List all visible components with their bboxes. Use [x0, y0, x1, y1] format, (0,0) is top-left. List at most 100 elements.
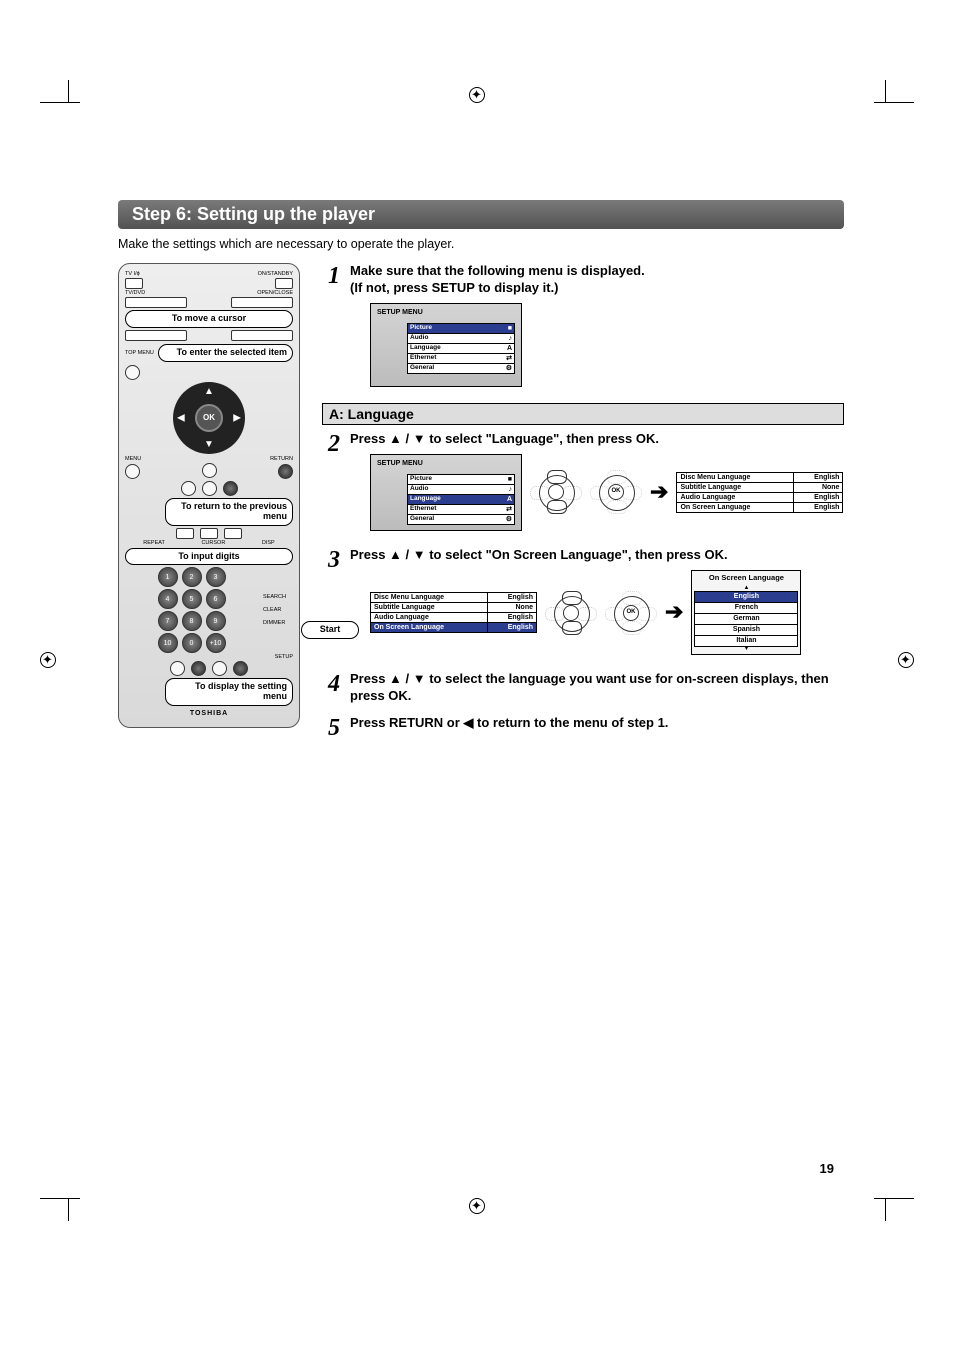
number-pad: 123456789100+10 — [158, 567, 228, 653]
numpad-9: 9 — [206, 611, 226, 631]
osl-title: On Screen Language — [694, 573, 798, 583]
button-icon — [125, 297, 187, 308]
page-number: 19 — [820, 1161, 834, 1176]
step4-text: Press ▲ / ▼ to select the language you w… — [350, 671, 844, 705]
standby-button-icon — [275, 278, 293, 289]
dimmer-label: DIMMER — [263, 620, 285, 626]
topmenu-button-icon — [125, 365, 140, 380]
remote-diagram: TV I/ɸ ON/STANDBY TV/DVD OPEN/CLOSE To m… — [118, 263, 300, 752]
step-number: 3 — [322, 547, 340, 574]
table-row: On Screen LanguageEnglish — [371, 623, 536, 632]
numpad-6: 6 — [206, 589, 226, 609]
menu-label: MENU — [125, 456, 141, 462]
ok-button-icon: OK — [195, 404, 223, 432]
dpad-updown-icon — [545, 591, 597, 635]
numpad-2: 2 — [182, 567, 202, 587]
callout-enter-item: To enter the selected item — [158, 344, 293, 362]
table-row: Audio LanguageEnglish — [371, 613, 536, 623]
ok-control-icon: OK — [605, 591, 657, 635]
button-icon — [170, 661, 185, 676]
menu-item-general: General⚙ — [407, 514, 515, 525]
step-header: Step 6: Setting up the player — [118, 200, 844, 229]
button-icon — [231, 297, 293, 308]
clear-label: CLEAR — [263, 607, 281, 613]
table-row: Disc Menu LanguageEnglish — [677, 473, 842, 483]
bottom-printer-marks — [0, 1191, 954, 1221]
step5-text: Press RETURN or ◀ to return to the menu … — [350, 715, 844, 732]
disp-label: DISP — [262, 540, 275, 546]
crop-mark-icon — [864, 1191, 914, 1221]
play-button-icon — [223, 481, 238, 496]
setup-menu-figure: SETUP MENU Picture■Audio♪LanguageAEthern… — [370, 303, 522, 387]
ok-control-icon: OK — [590, 470, 642, 514]
stop-button-icon — [202, 481, 217, 496]
cursor-label: CURSOR — [201, 540, 225, 546]
button-icon — [212, 661, 227, 676]
numpad-8: 8 — [182, 611, 202, 631]
rew-icon — [200, 528, 218, 539]
numpad-5: 5 — [182, 589, 202, 609]
directional-pad-icon: ▲ ▼ ◀ ▶ OK — [173, 382, 245, 454]
step-number: 1 — [322, 263, 340, 290]
brand-label: TOSHIBA — [125, 710, 293, 717]
table-row: On Screen LanguageEnglish — [677, 503, 842, 512]
registration-mark-icon — [467, 1196, 487, 1216]
step-number: 2 — [322, 431, 340, 458]
step1-text-a: Make sure that the following menu is dis… — [350, 263, 844, 280]
callout-return: To return to the previous menu — [165, 498, 293, 526]
menu-item-general: General⚙ — [407, 363, 515, 374]
table-row: Disc Menu LanguageEnglish — [371, 593, 536, 603]
pause-button-icon — [181, 481, 196, 496]
tvdvd-label: TV/DVD — [125, 290, 145, 296]
step-number: 5 — [322, 715, 340, 742]
openclose-label: OPEN/CLOSE — [257, 290, 293, 296]
callout-display-menu: To display the setting menu — [165, 678, 293, 706]
skip-prev-icon — [176, 528, 194, 539]
crop-mark-icon — [40, 1191, 90, 1221]
tv-power-button-icon — [125, 278, 143, 289]
numpad-3: 3 — [206, 567, 226, 587]
callout-start: Start — [301, 621, 359, 639]
right-arrow-icon: ▶ — [233, 412, 241, 423]
button-icon — [125, 330, 187, 341]
return-button-icon — [278, 464, 293, 479]
crop-mark-icon — [864, 80, 914, 110]
menu-button-icon — [125, 464, 140, 479]
tv-power-label: TV I/ɸ — [125, 271, 140, 277]
up-arrow-icon: ▲ — [204, 386, 214, 397]
numpad-7: 7 — [158, 611, 178, 631]
fwd-icon — [224, 528, 242, 539]
setup-button-icon — [233, 661, 248, 676]
setup-label: SETUP — [275, 654, 293, 660]
numpad-1: 1 — [158, 567, 178, 587]
setup-menu-title: SETUP MENU — [377, 459, 515, 468]
registration-mark-icon — [467, 85, 487, 105]
step-number: 4 — [322, 671, 340, 698]
numpad-0: 0 — [182, 633, 202, 653]
step1-text-b: (If not, press SETUP to display it.) — [350, 280, 844, 297]
language-table: Disc Menu LanguageEnglishSubtitle Langua… — [370, 592, 537, 633]
callout-input-digits: To input digits — [125, 548, 293, 566]
registration-mark-icon — [896, 650, 916, 670]
arrow-right-icon: ➔ — [650, 478, 668, 507]
numpad-+10: +10 — [206, 633, 226, 653]
instructions: 1 Make sure that the following menu is d… — [322, 263, 844, 752]
registration-mark-icon — [38, 650, 58, 670]
down-arrow-icon: ▼ — [204, 439, 214, 450]
return-label: RETURN — [270, 456, 293, 462]
crop-mark-icon — [40, 80, 90, 110]
language-table: Disc Menu LanguageEnglishSubtitle Langua… — [676, 472, 843, 513]
search-label: SEARCH — [263, 594, 286, 600]
section-a-header: A: Language — [322, 403, 844, 425]
on-screen-language-box: On Screen Language ▲ EnglishFrenchGerman… — [691, 570, 801, 656]
step2-text: Press ▲ / ▼ to select "Language", then p… — [350, 431, 844, 448]
numpad-10: 10 — [158, 633, 178, 653]
manual-page: Step 6: Setting up the player Make the s… — [0, 0, 954, 1351]
button-icon — [231, 330, 293, 341]
table-row: Subtitle LanguageNone — [371, 603, 536, 613]
topmenu-label: TOP MENU — [125, 350, 154, 356]
left-arrow-icon: ◀ — [177, 412, 185, 423]
button-icon — [191, 661, 206, 676]
table-row: Audio LanguageEnglish — [677, 493, 842, 503]
play-button-icon — [202, 463, 217, 478]
